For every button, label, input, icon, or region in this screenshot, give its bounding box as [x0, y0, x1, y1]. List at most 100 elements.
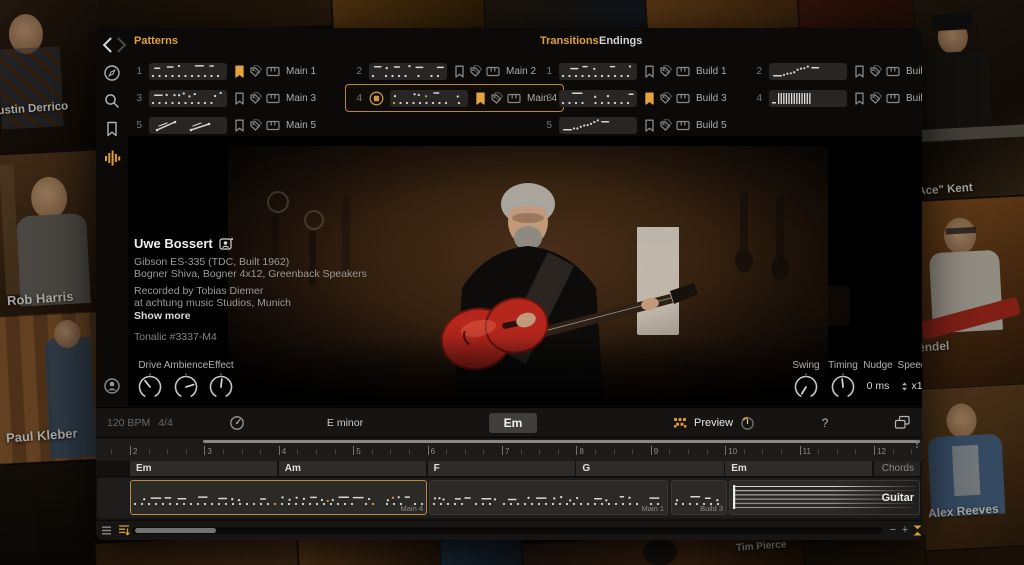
- show-more-link[interactable]: Show more: [134, 310, 434, 322]
- bookmark-icon[interactable]: [475, 92, 486, 105]
- tag-icon[interactable]: [869, 92, 882, 104]
- pattern-thumbnail[interactable]: [559, 90, 637, 107]
- tag-icon[interactable]: [469, 65, 482, 77]
- speed-control[interactable]: Speedx1: [892, 360, 922, 392]
- pattern-slot-main-4[interactable]: 4Main 4: [345, 84, 564, 112]
- keyboard-icon[interactable]: [266, 93, 280, 104]
- pattern-slot-build-3[interactable]: 3Build 3: [535, 84, 734, 112]
- keyboard-icon[interactable]: [507, 93, 521, 104]
- pattern-slot-main-2[interactable]: 2Main 2: [345, 57, 543, 85]
- keyboard-icon[interactable]: [886, 93, 900, 104]
- follow-playhead-icon[interactable]: [118, 524, 130, 537]
- tag-icon[interactable]: [490, 92, 503, 104]
- timeline-drag-handle[interactable]: [915, 439, 919, 449]
- pattern-slot-build-4[interactable]: 4Build 4: [745, 84, 922, 112]
- horizontal-scrollbar[interactable]: [132, 527, 882, 534]
- knob-drive[interactable]: Drive: [132, 360, 168, 402]
- knob-timing[interactable]: Timing: [825, 360, 861, 402]
- pattern-track-lane[interactable]: Main 4Main 1Build 3: [98, 478, 920, 518]
- pattern-slot-main-3[interactable]: 3Main 3: [125, 84, 323, 112]
- pattern-thumbnail[interactable]: [149, 90, 227, 107]
- tag-icon[interactable]: [659, 119, 672, 131]
- window-panes-icon[interactable]: [894, 415, 911, 430]
- bookmark-icon[interactable]: [234, 65, 245, 78]
- pattern-slot-build-1[interactable]: 1Build 1: [535, 57, 734, 85]
- pattern-glyph: [149, 63, 227, 80]
- tag-icon[interactable]: [659, 92, 672, 104]
- knob-swing[interactable]: Swing: [788, 360, 824, 402]
- zoom-out-button[interactable]: −: [888, 521, 898, 540]
- timeline-clip-main-1[interactable]: Main 1: [429, 480, 668, 515]
- keyboard-icon[interactable]: [676, 66, 690, 77]
- pattern-thumbnail[interactable]: [149, 63, 227, 80]
- account-icon[interactable]: [103, 377, 121, 395]
- bookmark-icon[interactable]: [234, 92, 245, 105]
- bookmark-icon[interactable]: [234, 119, 245, 132]
- bookmark-icon[interactable]: [644, 119, 655, 132]
- waveform-view-icon[interactable]: [103, 149, 121, 167]
- ruler-bar-number: 5: [356, 447, 360, 456]
- bookmark-icon[interactable]: [854, 92, 865, 105]
- keyboard-icon[interactable]: [266, 120, 280, 131]
- bookmark-icon[interactable]: [644, 65, 655, 78]
- pattern-slot-main-1[interactable]: 1Main 1: [125, 57, 323, 85]
- tag-icon[interactable]: [869, 65, 882, 77]
- current-chord-chip[interactable]: Em: [489, 413, 537, 433]
- chord-block-em[interactable]: Em: [725, 461, 872, 476]
- ruler-bar-number: 11: [803, 447, 811, 456]
- pattern-slot-number: 2: [352, 66, 362, 77]
- knob-dial[interactable]: [135, 372, 165, 402]
- chord-block-em[interactable]: Em: [130, 461, 277, 476]
- knob-dial[interactable]: [206, 372, 236, 402]
- tag-icon[interactable]: [659, 65, 672, 77]
- knob-effect[interactable]: Effect: [203, 360, 239, 402]
- pattern-thumbnail[interactable]: [769, 63, 847, 80]
- tag-icon[interactable]: [249, 92, 262, 104]
- artist-card-icon[interactable]: [219, 237, 234, 250]
- pattern-thumbnail[interactable]: [559, 117, 637, 134]
- pattern-thumbnail[interactable]: [559, 63, 637, 80]
- stop-icon[interactable]: [369, 91, 384, 106]
- key-display[interactable]: E minor: [295, 408, 395, 438]
- help-button[interactable]: ?: [810, 408, 840, 438]
- knob-dial[interactable]: [791, 372, 821, 402]
- pattern-slot-build-2[interactable]: 2Build 2: [745, 57, 922, 85]
- preview-control[interactable]: Preview: [674, 408, 755, 438]
- tempo-display[interactable]: 120 BPM 4/4: [107, 408, 173, 438]
- tag-icon[interactable]: [249, 65, 262, 77]
- timeline-clip-main-4[interactable]: Main 4: [130, 480, 427, 515]
- bookmark-icon[interactable]: [854, 65, 865, 78]
- pattern-slot-label: Main 3: [286, 93, 316, 104]
- timeline-scroll-indicator[interactable]: [203, 440, 920, 443]
- pattern-slot-main-5[interactable]: 5Main 5: [125, 111, 323, 139]
- metronome-icon[interactable]: [229, 415, 245, 431]
- knob-ambience[interactable]: Ambience: [168, 360, 204, 402]
- chord-block-f[interactable]: F: [428, 461, 575, 476]
- keyboard-icon[interactable]: [886, 66, 900, 77]
- pattern-thumbnail[interactable]: [769, 90, 847, 107]
- pattern-stop-button[interactable]: [369, 91, 384, 106]
- ruler-minor-tick: [539, 449, 540, 454]
- timeline-clip-build-3[interactable]: Build 3: [671, 480, 727, 515]
- track-list-icon[interactable]: [101, 525, 112, 536]
- chord-block-g[interactable]: G: [576, 461, 723, 476]
- pattern-thumbnail[interactable]: [149, 117, 227, 134]
- ruler-minor-tick: [111, 449, 112, 454]
- fit-vertical-icon[interactable]: [912, 525, 922, 536]
- chord-block-am[interactable]: Am: [279, 461, 426, 476]
- tag-icon[interactable]: [249, 119, 262, 131]
- bookmark-icon[interactable]: [644, 92, 655, 105]
- keyboard-icon[interactable]: [486, 66, 500, 77]
- keyboard-icon[interactable]: [676, 120, 690, 131]
- pattern-thumbnail[interactable]: [369, 63, 447, 80]
- bookmark-icon[interactable]: [454, 65, 465, 78]
- pattern-thumbnail[interactable]: [390, 90, 468, 107]
- keyboard-icon[interactable]: [676, 93, 690, 104]
- horizontal-scrollbar-thumb[interactable]: [135, 528, 216, 533]
- knob-dial[interactable]: [171, 372, 201, 402]
- keyboard-icon[interactable]: [266, 66, 280, 77]
- chord-lane[interactable]: EmAmFGEmChords: [96, 461, 922, 476]
- knob-dial[interactable]: [828, 372, 858, 402]
- pattern-slot-build-5[interactable]: 5Build 5: [535, 111, 734, 139]
- zoom-in-button[interactable]: +: [900, 521, 910, 540]
